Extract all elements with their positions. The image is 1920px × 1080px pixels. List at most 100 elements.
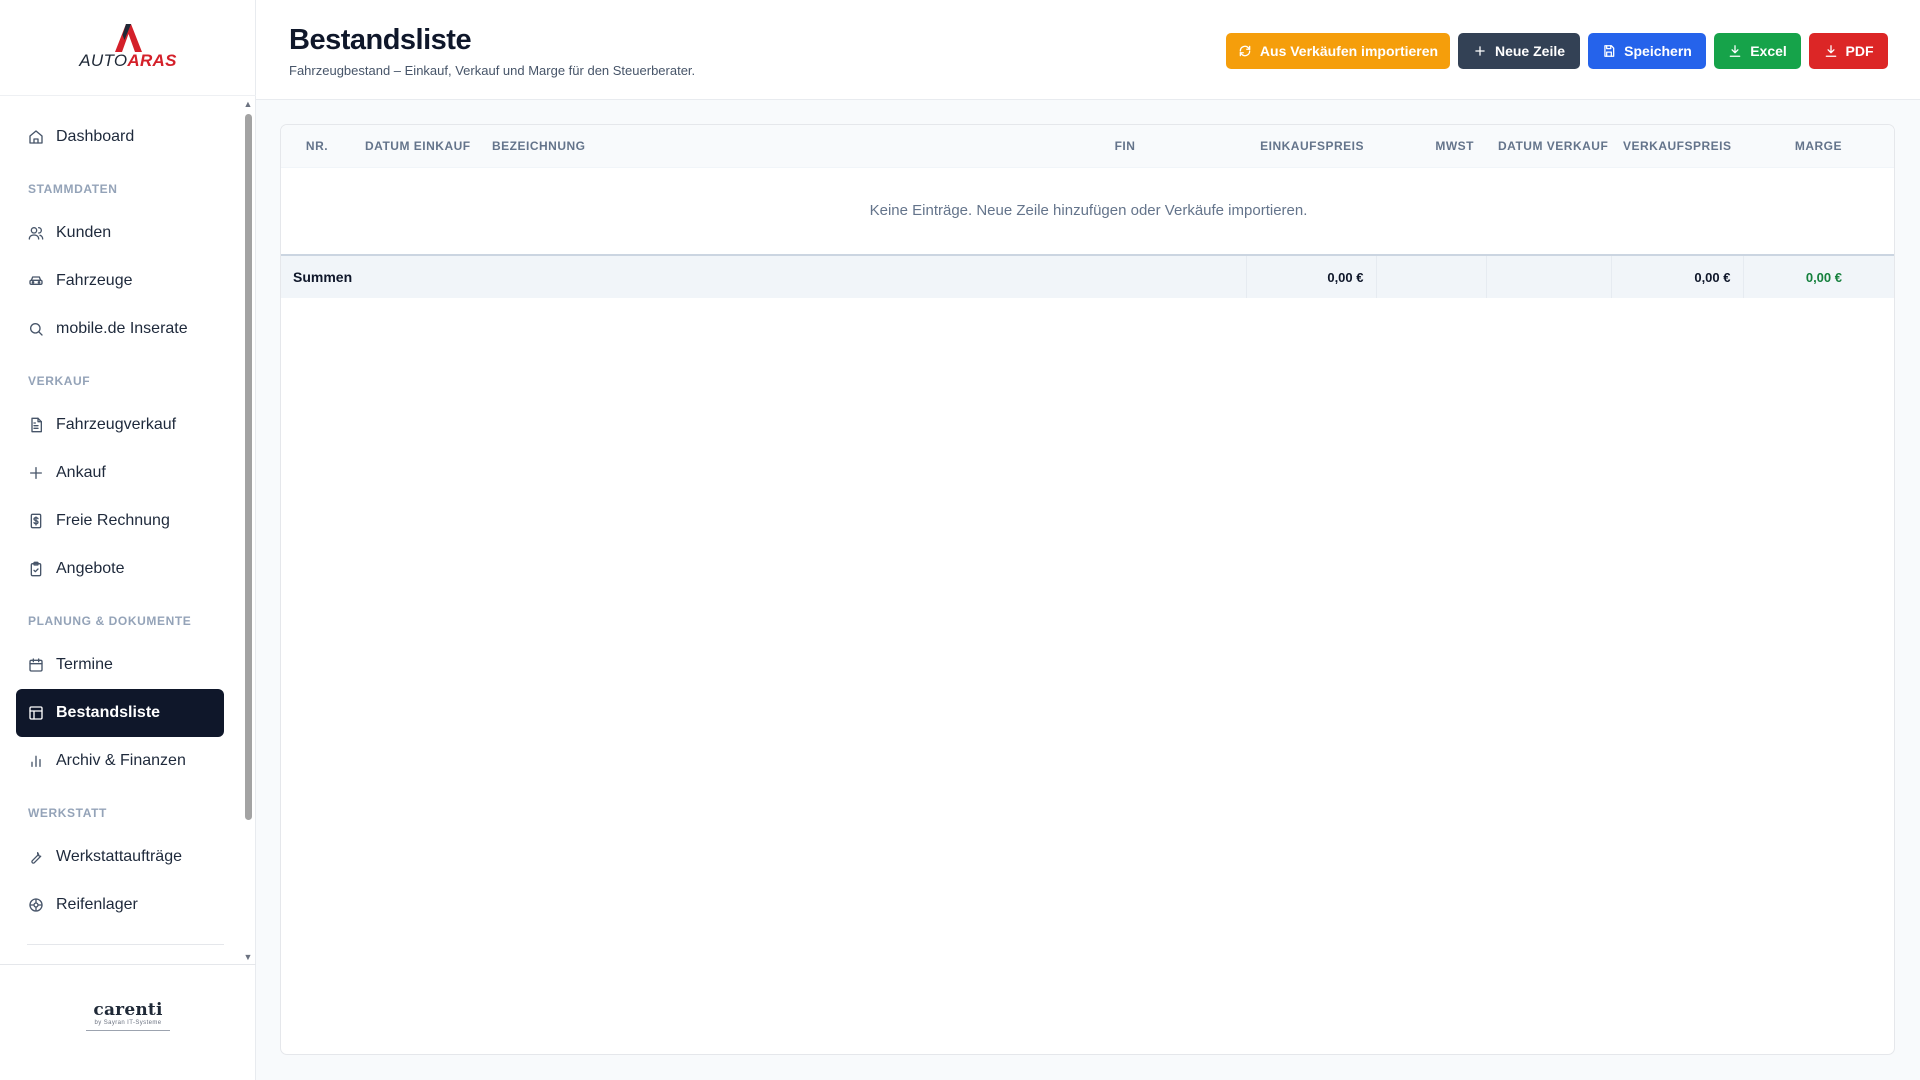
sidebar-item-angebote[interactable]: Angebote (16, 545, 224, 593)
scroll-up-arrow-icon[interactable]: ▲ (242, 99, 254, 109)
save-label: Speichern (1624, 43, 1692, 59)
plus-icon (28, 465, 44, 481)
table-header-row: NR. DATUM EINKAUF BEZEICHNUNG FIN EINKAU… (281, 125, 1894, 168)
autoaras-a-logo-icon (112, 23, 144, 53)
sidebar-item-dashboard[interactable]: Dashboard (16, 113, 224, 161)
download-icon (1824, 44, 1838, 58)
sidebar-item-werkstattauftraege[interactable]: Werkstattaufträge (16, 833, 224, 881)
carenti-logo-name: carenti (93, 1000, 163, 1020)
sidebar-divider (27, 944, 224, 945)
column-header-fin: FIN (1004, 125, 1246, 168)
brand-logo[interactable]: AUTOARAS (0, 0, 256, 96)
column-header-nr: NR. (281, 125, 353, 168)
import-from-sales-button[interactable]: Aus Verkäufen importieren (1226, 33, 1450, 69)
carenti-logo-tagline: by Sayran IT-Systeme (94, 1020, 162, 1026)
totals-row: Summen 0,00 € 0,00 € 0,00 € (281, 254, 1894, 298)
sidebar-item-fahrzeugverkauf[interactable]: Fahrzeugverkauf (16, 401, 224, 449)
sidebar-item-label: Freie Rechnung (56, 512, 170, 529)
column-header-datum-einkauf: DATUM EINKAUF (353, 125, 480, 168)
column-header-marge: MARGE (1743, 125, 1854, 168)
import-from-sales-label: Aus Verkäufen importieren (1259, 43, 1439, 59)
totals-datum-verkauf-empty (1485, 254, 1611, 298)
sidebar-section-werkstatt: WERKSTATT (28, 806, 107, 820)
totals-einkaufspreis: 0,00 € (1245, 254, 1376, 298)
search-icon (28, 321, 44, 337)
refresh-icon (1238, 44, 1252, 58)
totals-verkaufspreis: 0,00 € (1610, 254, 1743, 298)
sidebar-item-label: mobile.de Inserate (56, 320, 188, 337)
sidebar-item-archiv-finanzen[interactable]: Archiv & Finanzen (16, 737, 224, 785)
totals-actions-empty (1854, 254, 1894, 298)
file-text-icon (28, 417, 44, 433)
sidebar-item-freie-rechnung[interactable]: Freie Rechnung (16, 497, 224, 545)
tire-icon (28, 897, 44, 913)
page-subtitle: Fahrzeugbestand – Einkauf, Verkauf und M… (289, 63, 696, 78)
home-icon (28, 129, 44, 145)
export-excel-button[interactable]: Excel (1714, 33, 1801, 69)
sidebar-item-label: Dashboard (56, 128, 135, 145)
sidebar-item-ankauf[interactable]: Ankauf (16, 449, 224, 497)
sidebar-scrollbar-thumb[interactable] (245, 114, 252, 820)
new-row-label: Neue Zeile (1494, 43, 1566, 59)
brand-wordmark-part2: ARAS (127, 51, 177, 70)
column-header-actions (1854, 125, 1894, 168)
export-pdf-button[interactable]: PDF (1809, 33, 1888, 69)
column-header-einkaufspreis: EINKAUFSPREIS (1246, 125, 1376, 168)
sidebar-item-label: Kunden (56, 224, 112, 241)
sidebar: AUTOARAS Dashboard STAMMDATEN Kunden Fah… (0, 0, 256, 1080)
brand-wordmark-part1: AUTO (79, 51, 128, 70)
sidebar-item-termine[interactable]: Termine (16, 641, 224, 689)
calendar-icon (28, 657, 44, 673)
table-icon (28, 705, 44, 721)
column-header-verkaufspreis: VERKAUFSPREIS (1611, 125, 1743, 168)
inventory-table-card: NR. DATUM EINKAUF BEZEICHNUNG FIN EINKAU… (280, 124, 1895, 1055)
sidebar-item-fahrzeuge[interactable]: Fahrzeuge (16, 257, 224, 305)
carenti-logo-underline (86, 1030, 170, 1031)
page-title: Bestandsliste (289, 24, 472, 56)
plus-icon (1473, 44, 1487, 58)
sidebar-item-label: Werkstattaufträge (56, 848, 182, 865)
main-content: Bestandsliste Fahrzeugbestand – Einkauf,… (256, 0, 1920, 1080)
sidebar-item-reifenlager[interactable]: Reifenlager (16, 881, 224, 929)
carenti-logo[interactable]: carenti by Sayran IT-Systeme (0, 1001, 256, 1031)
brand-wordmark: AUTOARAS (0, 51, 256, 71)
sidebar-item-mobile-inserate[interactable]: mobile.de Inserate (16, 305, 224, 353)
sidebar-item-label: Fahrzeugverkauf (56, 416, 177, 433)
column-header-datum-verkauf: DATUM VERKAUF (1486, 125, 1611, 168)
sidebar-item-label: Bestandsliste (56, 704, 161, 721)
sidebar-section-stammdaten: STAMMDATEN (28, 182, 118, 196)
download-icon (1728, 44, 1742, 58)
sidebar-item-label: Termine (56, 656, 113, 673)
empty-state-row: Keine Einträge. Neue Zeile hinzufügen od… (281, 167, 1894, 255)
sidebar-nav: Dashboard STAMMDATEN Kunden Fahrzeuge mo… (0, 96, 256, 964)
car-icon (28, 273, 44, 289)
wrench-icon (28, 849, 44, 865)
sidebar-item-label: Archiv & Finanzen (56, 752, 186, 769)
empty-state-message: Keine Einträge. Neue Zeile hinzufügen od… (869, 202, 1308, 220)
sidebar-item-bestandsliste[interactable]: Bestandsliste (16, 689, 224, 737)
sidebar-footer: carenti by Sayran IT-Systeme (0, 964, 256, 1080)
scroll-down-arrow-icon[interactable]: ▼ (242, 952, 254, 962)
sidebar-item-label: Fahrzeuge (56, 272, 133, 289)
new-row-button[interactable]: Neue Zeile (1458, 33, 1580, 69)
header-actions: Aus Verkäufen importieren Neue Zeile Spe… (1226, 33, 1888, 69)
sidebar-item-label: Ankauf (56, 464, 106, 481)
sidebar-section-verkauf: VERKAUF (28, 374, 91, 388)
save-button[interactable]: Speichern (1588, 33, 1706, 69)
sidebar-section-planung-dokumente: PLANUNG & DOKUMENTE (28, 614, 192, 628)
clipboard-icon (28, 561, 44, 577)
sidebar-item-label: Reifenlager (56, 896, 138, 913)
export-pdf-label: PDF (1845, 43, 1874, 59)
totals-mwst-empty (1375, 254, 1486, 298)
column-header-bezeichnung: BEZEICHNUNG (480, 125, 1004, 168)
sidebar-item-kunden[interactable]: Kunden (16, 209, 224, 257)
inventory-table: NR. DATUM EINKAUF BEZEICHNUNG FIN EINKAU… (281, 125, 1894, 298)
receipt-icon (28, 513, 44, 529)
totals-marge: 0,00 € (1742, 254, 1854, 298)
users-icon (28, 225, 44, 241)
bar-chart-icon (28, 753, 44, 769)
export-excel-label: Excel (1750, 43, 1787, 59)
sidebar-item-label: Angebote (56, 560, 125, 577)
save-icon (1602, 44, 1616, 58)
totals-label: Summen (281, 254, 1246, 298)
